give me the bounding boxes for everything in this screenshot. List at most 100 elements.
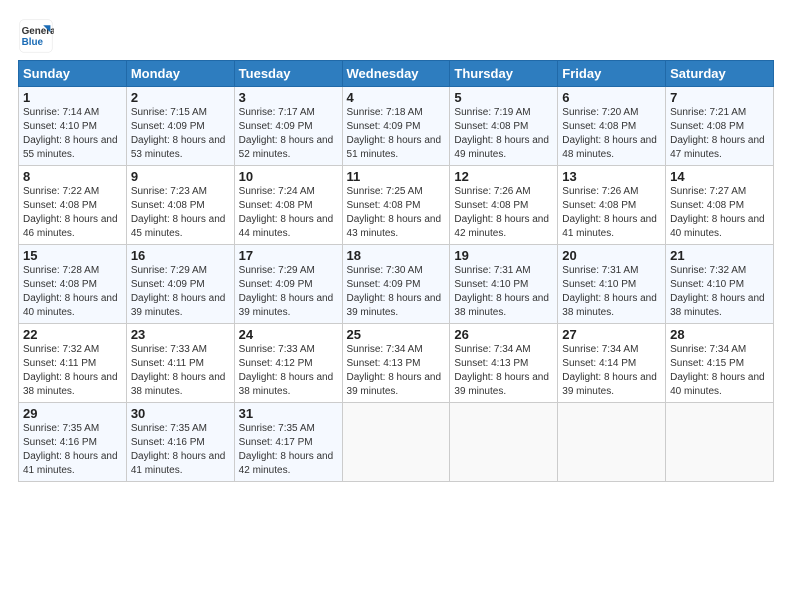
day-number: 5 <box>454 90 553 105</box>
day-number: 21 <box>670 248 769 263</box>
day-info: Sunrise: 7:26 AMSunset: 4:08 PMDaylight:… <box>562 186 657 239</box>
calendar-cell: 27 Sunrise: 7:34 AMSunset: 4:14 PMDaylig… <box>558 324 666 403</box>
day-number: 24 <box>239 327 338 342</box>
calendar-cell: 5 Sunrise: 7:19 AMSunset: 4:08 PMDayligh… <box>450 87 558 166</box>
calendar-cell: 19 Sunrise: 7:31 AMSunset: 4:10 PMDaylig… <box>450 245 558 324</box>
calendar-cell: 20 Sunrise: 7:31 AMSunset: 4:10 PMDaylig… <box>558 245 666 324</box>
calendar-cell: 14 Sunrise: 7:27 AMSunset: 4:08 PMDaylig… <box>666 166 774 245</box>
day-number: 30 <box>131 406 230 421</box>
day-number: 28 <box>670 327 769 342</box>
day-number: 17 <box>239 248 338 263</box>
day-number: 14 <box>670 169 769 184</box>
day-info: Sunrise: 7:29 AMSunset: 4:09 PMDaylight:… <box>239 265 334 318</box>
day-number: 22 <box>23 327 122 342</box>
day-info: Sunrise: 7:14 AMSunset: 4:10 PMDaylight:… <box>23 107 118 160</box>
day-number: 19 <box>454 248 553 263</box>
day-info: Sunrise: 7:24 AMSunset: 4:08 PMDaylight:… <box>239 186 334 239</box>
weekday-tuesday: Tuesday <box>234 61 342 87</box>
day-info: Sunrise: 7:28 AMSunset: 4:08 PMDaylight:… <box>23 265 118 318</box>
calendar-cell: 23 Sunrise: 7:33 AMSunset: 4:11 PMDaylig… <box>126 324 234 403</box>
calendar-cell: 6 Sunrise: 7:20 AMSunset: 4:08 PMDayligh… <box>558 87 666 166</box>
calendar-cell: 28 Sunrise: 7:34 AMSunset: 4:15 PMDaylig… <box>666 324 774 403</box>
day-info: Sunrise: 7:34 AMSunset: 4:15 PMDaylight:… <box>670 344 765 397</box>
calendar-cell <box>342 403 450 482</box>
day-info: Sunrise: 7:15 AMSunset: 4:09 PMDaylight:… <box>131 107 226 160</box>
day-number: 4 <box>347 90 446 105</box>
day-info: Sunrise: 7:34 AMSunset: 4:13 PMDaylight:… <box>347 344 442 397</box>
calendar-cell: 11 Sunrise: 7:25 AMSunset: 4:08 PMDaylig… <box>342 166 450 245</box>
calendar-cell: 30 Sunrise: 7:35 AMSunset: 4:16 PMDaylig… <box>126 403 234 482</box>
day-info: Sunrise: 7:32 AMSunset: 4:11 PMDaylight:… <box>23 344 118 397</box>
calendar-cell <box>666 403 774 482</box>
day-number: 31 <box>239 406 338 421</box>
calendar-cell: 8 Sunrise: 7:22 AMSunset: 4:08 PMDayligh… <box>19 166 127 245</box>
calendar-week-2: 8 Sunrise: 7:22 AMSunset: 4:08 PMDayligh… <box>19 166 774 245</box>
calendar-cell: 21 Sunrise: 7:32 AMSunset: 4:10 PMDaylig… <box>666 245 774 324</box>
calendar-week-1: 1 Sunrise: 7:14 AMSunset: 4:10 PMDayligh… <box>19 87 774 166</box>
calendar-cell: 31 Sunrise: 7:35 AMSunset: 4:17 PMDaylig… <box>234 403 342 482</box>
day-number: 12 <box>454 169 553 184</box>
day-number: 23 <box>131 327 230 342</box>
calendar-cell: 13 Sunrise: 7:26 AMSunset: 4:08 PMDaylig… <box>558 166 666 245</box>
day-info: Sunrise: 7:23 AMSunset: 4:08 PMDaylight:… <box>131 186 226 239</box>
day-number: 18 <box>347 248 446 263</box>
header: General Blue <box>18 18 774 54</box>
day-info: Sunrise: 7:26 AMSunset: 4:08 PMDaylight:… <box>454 186 549 239</box>
day-number: 16 <box>131 248 230 263</box>
day-number: 2 <box>131 90 230 105</box>
day-number: 9 <box>131 169 230 184</box>
calendar-cell: 1 Sunrise: 7:14 AMSunset: 4:10 PMDayligh… <box>19 87 127 166</box>
day-info: Sunrise: 7:22 AMSunset: 4:08 PMDaylight:… <box>23 186 118 239</box>
calendar-cell: 17 Sunrise: 7:29 AMSunset: 4:09 PMDaylig… <box>234 245 342 324</box>
calendar-cell: 15 Sunrise: 7:28 AMSunset: 4:08 PMDaylig… <box>19 245 127 324</box>
weekday-saturday: Saturday <box>666 61 774 87</box>
calendar-cell: 7 Sunrise: 7:21 AMSunset: 4:08 PMDayligh… <box>666 87 774 166</box>
calendar-week-5: 29 Sunrise: 7:35 AMSunset: 4:16 PMDaylig… <box>19 403 774 482</box>
calendar-cell: 4 Sunrise: 7:18 AMSunset: 4:09 PMDayligh… <box>342 87 450 166</box>
day-info: Sunrise: 7:29 AMSunset: 4:09 PMDaylight:… <box>131 265 226 318</box>
calendar-cell: 12 Sunrise: 7:26 AMSunset: 4:08 PMDaylig… <box>450 166 558 245</box>
calendar-cell <box>450 403 558 482</box>
logo-icon: General Blue <box>18 18 54 54</box>
calendar-cell <box>558 403 666 482</box>
calendar-cell: 26 Sunrise: 7:34 AMSunset: 4:13 PMDaylig… <box>450 324 558 403</box>
day-number: 8 <box>23 169 122 184</box>
day-info: Sunrise: 7:18 AMSunset: 4:09 PMDaylight:… <box>347 107 442 160</box>
calendar-week-4: 22 Sunrise: 7:32 AMSunset: 4:11 PMDaylig… <box>19 324 774 403</box>
calendar-cell: 25 Sunrise: 7:34 AMSunset: 4:13 PMDaylig… <box>342 324 450 403</box>
calendar-cell: 16 Sunrise: 7:29 AMSunset: 4:09 PMDaylig… <box>126 245 234 324</box>
day-number: 27 <box>562 327 661 342</box>
calendar-cell: 18 Sunrise: 7:30 AMSunset: 4:09 PMDaylig… <box>342 245 450 324</box>
day-info: Sunrise: 7:30 AMSunset: 4:09 PMDaylight:… <box>347 265 442 318</box>
day-info: Sunrise: 7:19 AMSunset: 4:08 PMDaylight:… <box>454 107 549 160</box>
day-number: 10 <box>239 169 338 184</box>
calendar-cell: 10 Sunrise: 7:24 AMSunset: 4:08 PMDaylig… <box>234 166 342 245</box>
day-number: 29 <box>23 406 122 421</box>
weekday-header-row: SundayMondayTuesdayWednesdayThursdayFrid… <box>19 61 774 87</box>
day-number: 20 <box>562 248 661 263</box>
day-info: Sunrise: 7:20 AMSunset: 4:08 PMDaylight:… <box>562 107 657 160</box>
weekday-thursday: Thursday <box>450 61 558 87</box>
weekday-sunday: Sunday <box>19 61 127 87</box>
weekday-friday: Friday <box>558 61 666 87</box>
day-info: Sunrise: 7:34 AMSunset: 4:13 PMDaylight:… <box>454 344 549 397</box>
day-info: Sunrise: 7:35 AMSunset: 4:17 PMDaylight:… <box>239 423 334 476</box>
day-number: 11 <box>347 169 446 184</box>
svg-text:Blue: Blue <box>22 37 44 48</box>
day-info: Sunrise: 7:34 AMSunset: 4:14 PMDaylight:… <box>562 344 657 397</box>
logo: General Blue <box>18 18 56 54</box>
day-number: 1 <box>23 90 122 105</box>
day-number: 3 <box>239 90 338 105</box>
day-info: Sunrise: 7:25 AMSunset: 4:08 PMDaylight:… <box>347 186 442 239</box>
calendar-cell: 3 Sunrise: 7:17 AMSunset: 4:09 PMDayligh… <box>234 87 342 166</box>
weekday-wednesday: Wednesday <box>342 61 450 87</box>
day-info: Sunrise: 7:31 AMSunset: 4:10 PMDaylight:… <box>454 265 549 318</box>
calendar-cell: 24 Sunrise: 7:33 AMSunset: 4:12 PMDaylig… <box>234 324 342 403</box>
day-info: Sunrise: 7:27 AMSunset: 4:08 PMDaylight:… <box>670 186 765 239</box>
calendar-cell: 29 Sunrise: 7:35 AMSunset: 4:16 PMDaylig… <box>19 403 127 482</box>
day-number: 25 <box>347 327 446 342</box>
calendar-table: SundayMondayTuesdayWednesdayThursdayFrid… <box>18 60 774 482</box>
day-info: Sunrise: 7:35 AMSunset: 4:16 PMDaylight:… <box>23 423 118 476</box>
day-number: 6 <box>562 90 661 105</box>
calendar-cell: 2 Sunrise: 7:15 AMSunset: 4:09 PMDayligh… <box>126 87 234 166</box>
